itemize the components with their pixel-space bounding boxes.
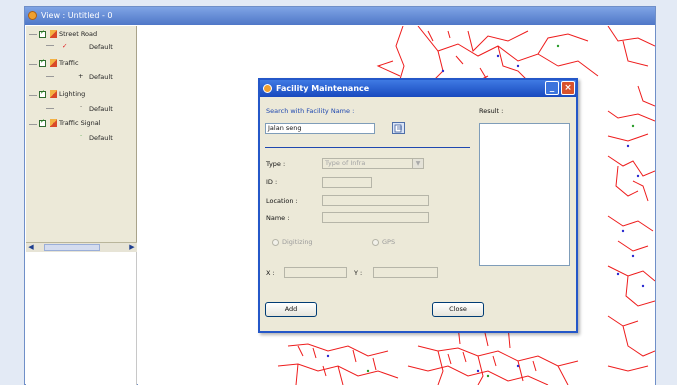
line-symbol-icon: ✓ <box>62 42 68 50</box>
digitizing-label: Digitizing <box>282 238 313 246</box>
location-field <box>322 195 429 206</box>
point-symbol-icon: · <box>80 103 83 111</box>
layer-name-street-road[interactable]: Street Road <box>59 29 97 39</box>
layer-icon <box>50 30 57 38</box>
layer-checkbox-street-road[interactable] <box>39 29 46 38</box>
search-icon <box>394 124 402 133</box>
app-title-bar[interactable]: View : Untitled - 0 <box>25 7 655 25</box>
layer-panel: Street Road ✓ Default Traffic + Default … <box>26 26 137 242</box>
tree-connector <box>29 34 37 35</box>
layer-icon <box>50 59 57 67</box>
layer-panel-empty-area <box>26 252 137 385</box>
dialog-title-bar[interactable]: Facility Maintenance _ × <box>260 80 576 97</box>
type-select-value: Type of Infra <box>325 159 366 167</box>
tree-connector <box>46 108 54 109</box>
y-coordinate-field <box>373 267 438 278</box>
layer-style-traffic-signal: Default <box>89 134 113 142</box>
digitizing-radio <box>272 239 279 246</box>
layer-name-lighting[interactable]: Lighting <box>59 89 85 99</box>
result-label: Result : <box>479 107 504 115</box>
x-label: X : <box>266 269 275 277</box>
gps-radio <box>372 239 379 246</box>
dialog-title: Facility Maintenance <box>276 84 370 93</box>
close-button[interactable]: Close <box>432 302 484 317</box>
chevron-down-icon: ▼ <box>412 159 423 168</box>
layer-name-traffic-signal[interactable]: Traffic Signal <box>59 118 101 128</box>
name-field <box>322 212 429 223</box>
location-label: Location : <box>266 197 298 205</box>
layer-style-street-road: Default <box>89 43 113 51</box>
type-select: Type of Infra ▼ <box>322 158 424 169</box>
section-divider <box>265 147 470 148</box>
add-button[interactable]: Add <box>265 302 317 317</box>
layer-icon <box>50 119 57 127</box>
app-title: View : Untitled - 0 <box>41 11 113 20</box>
gps-label: GPS <box>382 238 396 246</box>
minimize-button[interactable]: _ <box>545 81 559 95</box>
tree-connector <box>29 124 37 125</box>
type-label: Type : <box>266 160 286 168</box>
search-label: Search with Facility Name : <box>266 107 355 115</box>
layer-checkbox-traffic-signal[interactable] <box>39 118 46 127</box>
tree-connector <box>29 95 37 96</box>
facility-maintenance-dialog: Facility Maintenance _ × Search with Fac… <box>258 78 578 333</box>
x-coordinate-field <box>284 267 347 278</box>
point-symbol-icon: · <box>80 132 83 140</box>
search-button[interactable] <box>392 122 405 134</box>
scroll-right-icon[interactable]: ▶ <box>127 243 137 252</box>
layer-name-traffic[interactable]: Traffic <box>59 58 79 68</box>
point-symbol-icon: + <box>78 72 84 80</box>
y-label: Y : <box>354 269 363 277</box>
tree-connector <box>29 64 37 65</box>
layer-icon <box>50 90 57 98</box>
id-label: ID : <box>266 178 278 186</box>
scroll-left-icon[interactable]: ◀ <box>26 243 36 252</box>
scroll-thumb[interactable] <box>44 244 100 251</box>
layer-style-traffic: Default <box>89 73 113 81</box>
facility-name-search-input[interactable]: Jalan seng <box>265 123 375 134</box>
result-list[interactable] <box>479 123 570 266</box>
layer-checkbox-traffic[interactable] <box>39 58 46 67</box>
layer-panel-scrollbar[interactable]: ◀ ▶ <box>26 242 137 252</box>
layer-checkbox-lighting[interactable] <box>39 89 46 98</box>
tree-connector <box>46 76 54 77</box>
layer-style-lighting: Default <box>89 105 113 113</box>
dialog-app-icon <box>263 84 272 93</box>
id-field <box>322 177 372 188</box>
name-label: Name : <box>266 214 290 222</box>
close-icon[interactable]: × <box>561 81 575 95</box>
tree-connector <box>46 45 54 46</box>
app-logo-icon <box>28 11 37 20</box>
